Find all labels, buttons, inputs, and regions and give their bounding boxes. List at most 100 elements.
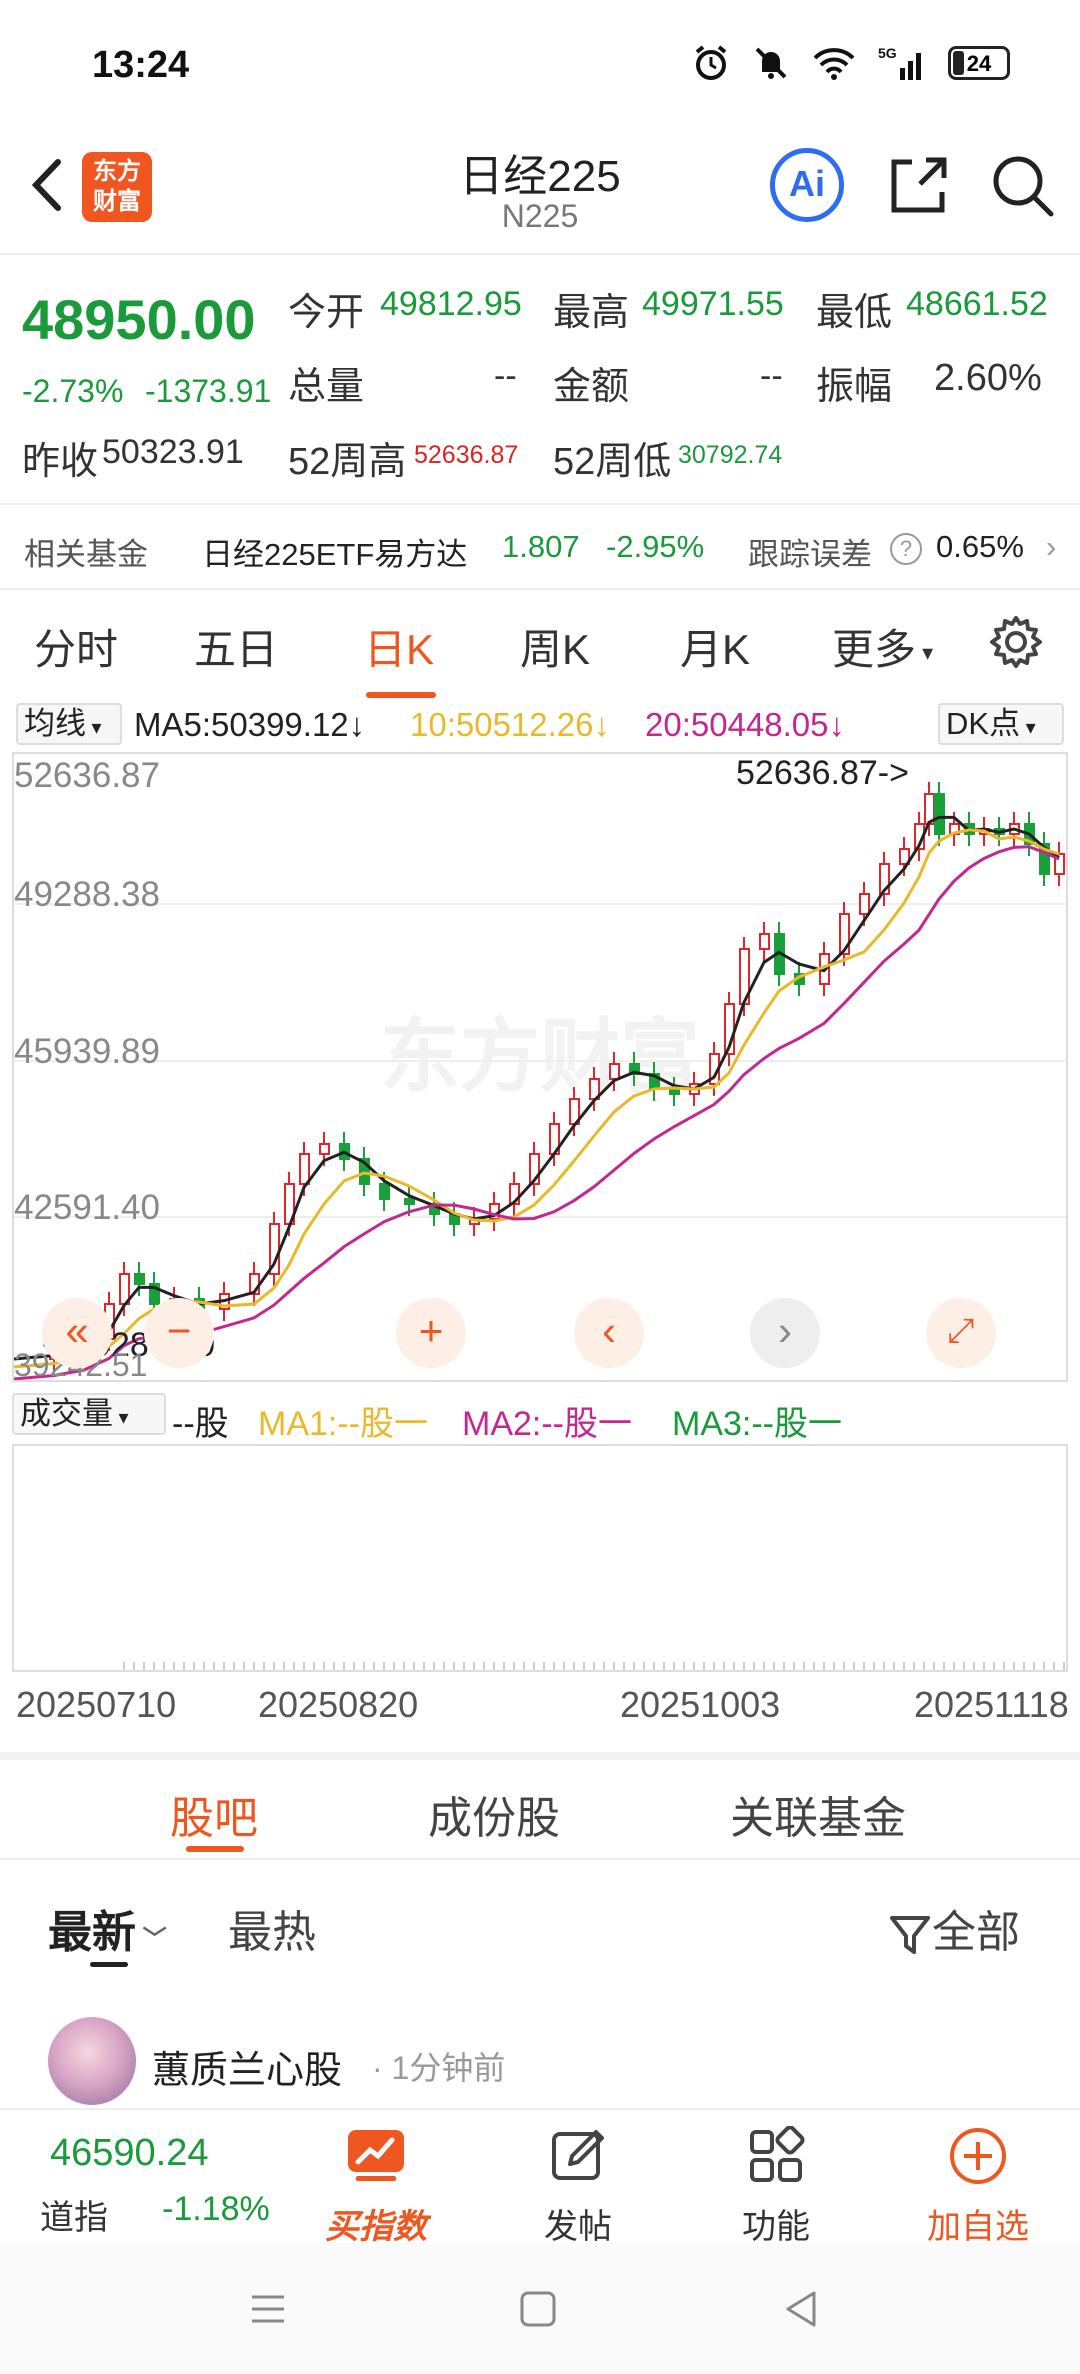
w52-high-value: 52636.87 [414, 441, 519, 469]
date-label-4: 20251118 [914, 1684, 1069, 1725]
volume-ma1: MA1:--股一 [258, 1405, 428, 1443]
help-icon[interactable]: ? [890, 533, 922, 565]
filter-icon [890, 1916, 930, 1955]
open-value: 49812.95 [380, 285, 522, 323]
volume-unit: --股 [172, 1405, 229, 1443]
share-button[interactable] [882, 148, 956, 222]
w52-high-label: 52周高 [288, 441, 407, 483]
tab-intraday[interactable]: 分时 [34, 616, 118, 677]
ma-legend-row: 均线 ▾ MA5:50399.12↓ 10:50512.26↓ 20:50448… [0, 700, 1080, 750]
volume-ma2: MA2:--股一 [462, 1405, 632, 1443]
trend-up-icon [348, 2130, 404, 2181]
y-label-1: 52636.87 [14, 756, 160, 795]
tab-guba[interactable]: 股吧 [170, 1782, 258, 1846]
tab-constituents[interactable]: 成份股 [428, 1782, 560, 1846]
edit-icon [552, 2130, 604, 2180]
dk-dropdown[interactable]: DK点 ▾ [938, 703, 1064, 745]
battery-icon: 24 [948, 46, 1010, 80]
system-nav-bar [0, 2243, 1080, 2374]
change-value: -1373.91 [145, 373, 272, 409]
filter-row: 最新 ﹀ 最热 全部 [0, 1862, 1080, 1972]
candle [669, 1088, 680, 1095]
status-bar: 13:24 5G 24 [0, 0, 1080, 130]
dji-name[interactable]: 道指 [40, 2190, 108, 2239]
tab-more[interactable]: 更多 ▾ [832, 616, 933, 677]
post-item[interactable]: 蕙质兰心股 · 1分钟前 [0, 2005, 1080, 2105]
high-label: 最高 [553, 292, 630, 334]
chart-scroll-left-fast-button[interactable]: « [42, 1298, 112, 1368]
wifi-icon [813, 48, 855, 80]
low-value: 48661.52 [906, 285, 1048, 323]
ma10-value: 10:50512.26↓ [410, 706, 611, 743]
period-tabs: 分时 五日 日K 周K 月K 更多 ▾ [0, 590, 1080, 700]
chart-zoom-in-button[interactable]: + [396, 1298, 466, 1368]
volume-chart[interactable] [12, 1444, 1068, 1672]
menu-icon[interactable] [248, 2289, 288, 2329]
filter-latest[interactable]: 最新 ﹀ [48, 1896, 167, 1960]
chart-prev-button[interactable]: ‹ [574, 1298, 644, 1368]
plus-circle-icon [950, 2128, 1006, 2184]
dji-pct[interactable]: -1.18% [162, 2190, 270, 2229]
signal-icon: 5G [878, 45, 921, 80]
volume-value: -- [494, 357, 517, 395]
function-button[interactable]: 功能 [706, 2120, 846, 2248]
buy-index-button[interactable]: 买指数 [306, 2120, 446, 2248]
grid-icon [750, 2125, 805, 2182]
chart-fullscreen-button[interactable]: ⤢ [926, 1298, 996, 1368]
active-tab-indicator [366, 692, 436, 698]
filter-all[interactable]: 全部 [888, 1896, 1020, 1960]
kline-chart-svg: 东方财富 52636.87 49288.38 45939.89 42591.40… [13, 754, 1066, 1383]
max-price-marker: 52636.87-> [736, 754, 909, 792]
caret-down-icon: ▾ [916, 639, 934, 665]
gear-icon[interactable] [988, 614, 1044, 670]
chart-next-button[interactable]: › [750, 1298, 820, 1368]
status-icons: 5G 24 [692, 44, 1010, 82]
y-label-2: 49288.38 [14, 875, 160, 914]
top-nav: 东方 财富 日经225 N225 Ai [0, 130, 1080, 255]
svg-text:5G: 5G [878, 45, 897, 61]
home-icon[interactable] [518, 2289, 558, 2329]
dji-value[interactable]: 46590.24 [50, 2132, 209, 2175]
fund-label: 相关基金 [24, 537, 148, 572]
ma5-value: MA5:50399.12↓ [134, 706, 366, 743]
chevron-right-icon: › [1046, 529, 1057, 564]
high-value: 49971.55 [642, 285, 784, 323]
mute-icon [755, 47, 787, 79]
candle [319, 1143, 330, 1155]
chart-zoom-out-button[interactable]: − [144, 1298, 214, 1368]
fund-name: 日经225ETF易方达 [202, 537, 468, 572]
ai-button[interactable]: Ai [770, 148, 844, 222]
tab-weekly-k[interactable]: 周K [520, 616, 590, 677]
search-icon [993, 156, 1054, 217]
post-username[interactable]: 蕙质兰心股 [152, 2039, 342, 2094]
ma20-value: 20:50448.05↓ [645, 706, 846, 743]
candle [404, 1198, 415, 1205]
filter-hot[interactable]: 最热 [228, 1896, 316, 1960]
tab-related-funds[interactable]: 关联基金 [730, 1782, 906, 1846]
volume-ma3: MA3:--股一 [672, 1405, 842, 1443]
ma-dropdown[interactable]: 均线 ▾ [16, 703, 122, 745]
section-divider [0, 1752, 1080, 1760]
volume-dropdown[interactable]: 成交量 ▾ [12, 1393, 166, 1435]
status-time: 13:24 [92, 44, 190, 86]
avatar[interactable] [48, 2017, 136, 2105]
y-label-4: 42591.40 [14, 1188, 160, 1227]
amplitude-label: 振幅 [816, 366, 893, 408]
tab-monthly-k[interactable]: 月K [680, 616, 750, 677]
volume-label: 总量 [288, 366, 365, 408]
search-button[interactable] [985, 148, 1059, 222]
open-label: 今开 [288, 292, 365, 334]
kline-chart[interactable]: 东方财富 52636.87 49288.38 45939.89 42591.40… [12, 752, 1068, 1383]
fund-price: 1.807 [502, 529, 580, 564]
tab-five-day[interactable]: 五日 [194, 616, 278, 677]
filter-indicator [90, 1962, 128, 1967]
add-watchlist-button[interactable]: 加自选 [908, 2120, 1048, 2248]
date-label-3: 20251003 [620, 1684, 781, 1725]
back-nav-icon[interactable] [782, 2289, 822, 2329]
tab-daily-k[interactable]: 日K [364, 616, 434, 677]
related-fund-row[interactable]: 相关基金 日经225ETF易方达 1.807 -2.95% 跟踪误差 ? 0.6… [0, 505, 1080, 590]
share-icon [891, 157, 947, 213]
forum-tabs: 股吧 成份股 关联基金 [0, 1760, 1080, 1860]
change-percent: -2.73% [22, 373, 124, 409]
post-button[interactable]: 发帖 [508, 2120, 648, 2248]
